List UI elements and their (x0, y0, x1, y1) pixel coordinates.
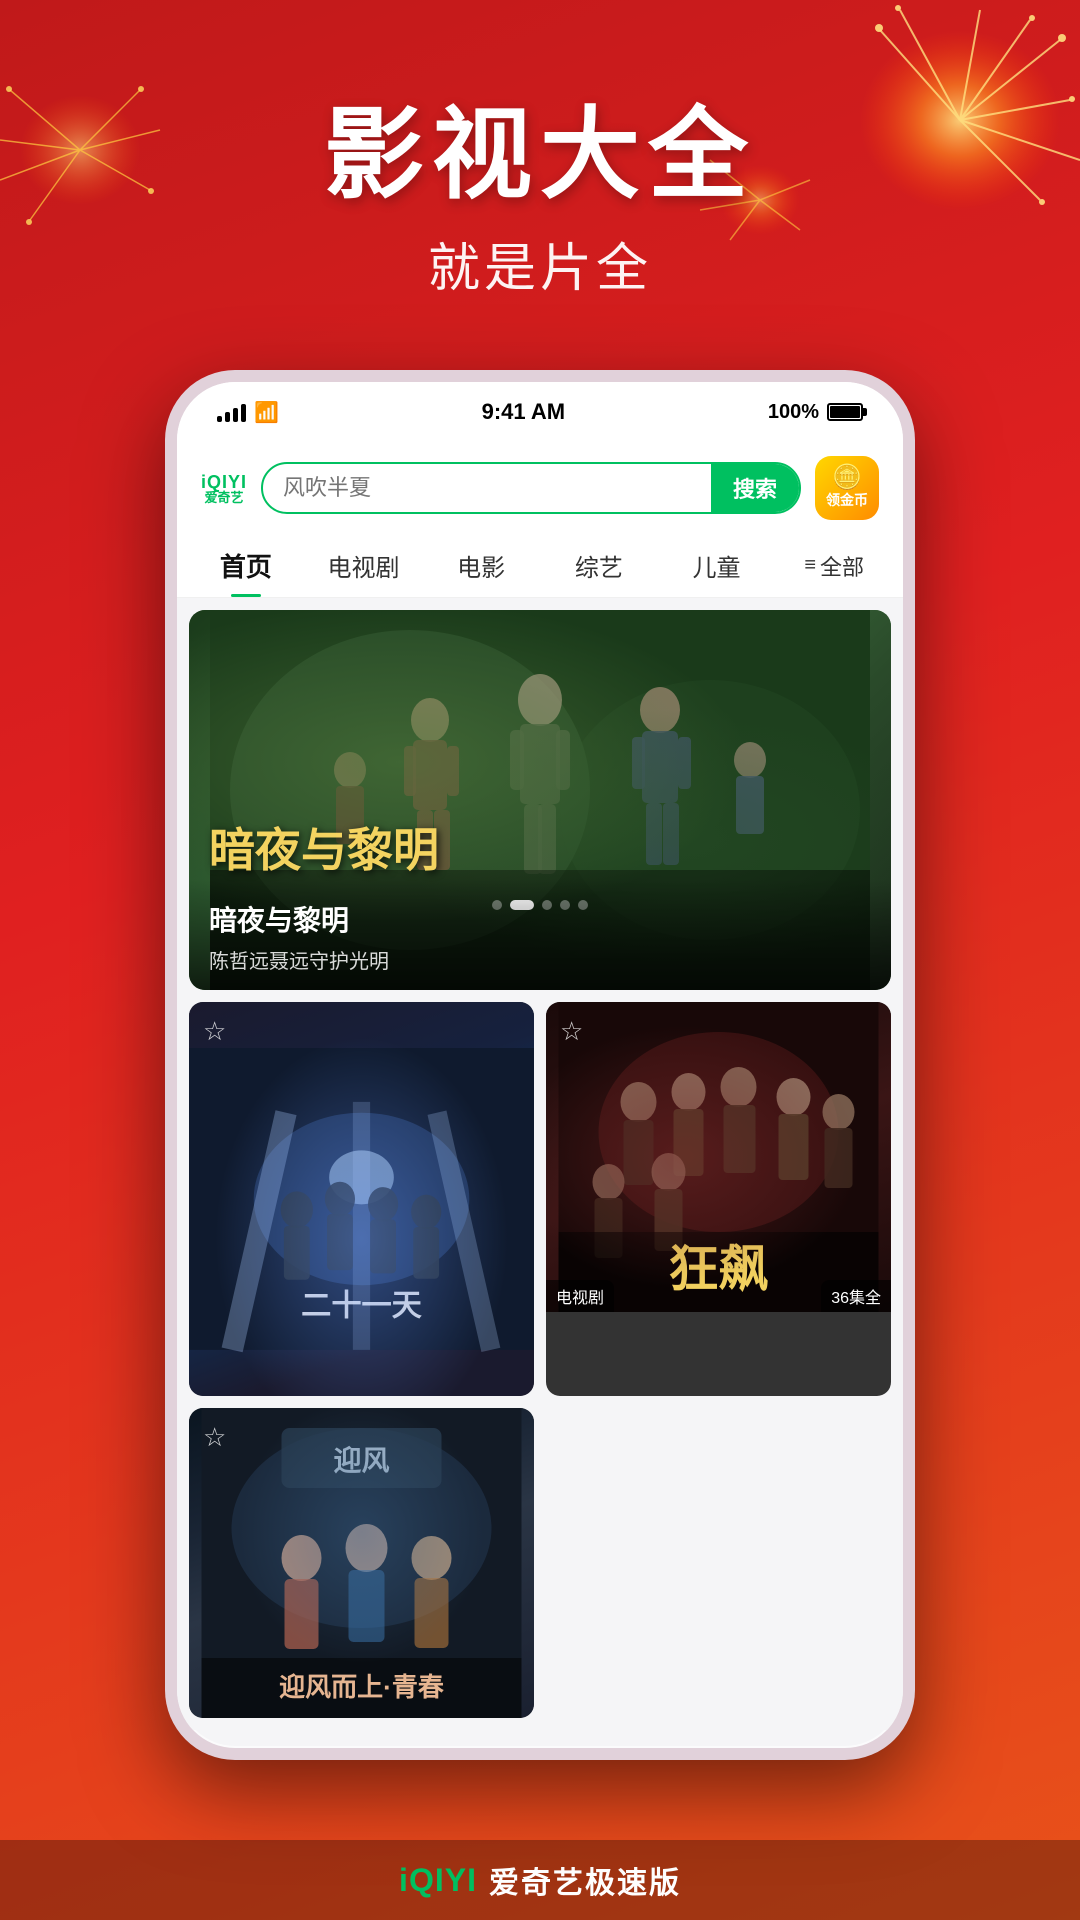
coin-label: 领金币 (826, 490, 868, 510)
svg-text:迎风而上·青春: 迎风而上·青春 (279, 1672, 444, 1702)
featured-image: 暗夜与黎明 暗夜与黎明 陈哲远聂远守护光明 (189, 610, 891, 990)
nav-tabs: 首页 电视剧 电影 综艺 儿童 ≡ 全部 (177, 534, 903, 598)
wifi-icon: 📶 (254, 400, 279, 425)
phone-mockup: 📶 9:41 AM 100% iQIYI 爱奇艺 搜索 🪙 领金币 (165, 370, 915, 1760)
bar2 (225, 412, 230, 422)
poster-21days: 二十一天 ☆ (189, 1002, 534, 1396)
tab-movie[interactable]: 电影 (422, 534, 540, 597)
ep-badge: 36集全 (821, 1280, 891, 1312)
coin-button[interactable]: 🪙 领金币 (815, 456, 879, 520)
brand-logo: iQIYI (399, 1862, 477, 1899)
battery-percent: 100% (768, 401, 819, 424)
brand-text: 爱奇艺极速版 (489, 1858, 681, 1902)
battery-area: 100% (768, 401, 863, 424)
bottom-brand: iQIYI 爱奇艺极速版 (0, 1840, 1080, 1920)
clock: 9:41 AM (482, 399, 566, 425)
tv-tag: 电视剧 (546, 1280, 614, 1312)
battery-fill (830, 406, 860, 418)
featured-card-desc: 陈哲远聂远守护光明 (209, 945, 871, 974)
svg-text:二十一天: 二十一天 (301, 1288, 423, 1322)
featured-card[interactable]: 暗夜与黎明 暗夜与黎明 陈哲远聂远守护光明 (189, 610, 891, 990)
app-header: iQIYI 爱奇艺 搜索 🪙 领金币 (177, 442, 903, 534)
bar4 (241, 404, 246, 422)
signal-area: 📶 (217, 400, 279, 425)
card-21days[interactable]: 二十一天 ☆ 二十一天 13人天坑极限求生 ⋯ (189, 1002, 534, 1396)
bar1 (217, 416, 222, 422)
poster-kuangbiao-svg: 狂飙 (546, 1002, 891, 1312)
signal-bars (217, 402, 246, 422)
tab-variety[interactable]: 综艺 (540, 534, 658, 597)
promo-header: 影视大全 就是片全 (0, 0, 1080, 301)
search-bar[interactable]: 搜索 (261, 462, 801, 514)
card-kuangbiao[interactable]: 狂飙 ☆ 电视剧 36集全 (546, 1002, 891, 1396)
promo-title: 影视大全 (0, 100, 1080, 210)
star-kuangbiao[interactable]: ☆ (560, 1016, 583, 1047)
status-bar: 📶 9:41 AM 100% (177, 382, 903, 442)
star-21days[interactable]: ☆ (203, 1016, 226, 1047)
svg-text:狂飙: 狂飙 (669, 1241, 769, 1297)
featured-title-overlay: 暗夜与黎明 (209, 814, 439, 880)
tab-kids[interactable]: 儿童 (658, 534, 776, 597)
poster-yingfeng: 迎风 迎风而上·青春 ☆ (189, 1408, 534, 1718)
star-yingfeng[interactable]: ☆ (203, 1422, 226, 1453)
tab-tv[interactable]: 电视剧 (305, 534, 423, 597)
battery-icon (827, 403, 863, 421)
poster-yingfeng-svg: 迎风 迎风而上·青春 (189, 1408, 534, 1718)
poster-kuangbiao: 狂飙 ☆ 电视剧 36集全 (546, 1002, 891, 1312)
featured-overlay: 暗夜与黎明 陈哲远聂远守护光明 (189, 879, 891, 990)
content-area: 暗夜与黎明 暗夜与黎明 陈哲远聂远守护光明 (177, 598, 903, 1730)
bar3 (233, 408, 238, 422)
logo-chinese: 爱奇艺 (205, 491, 244, 504)
phone-frame: 📶 9:41 AM 100% iQIYI 爱奇艺 搜索 🪙 领金币 (165, 370, 915, 1760)
svg-text:迎风: 迎风 (333, 1445, 389, 1476)
search-input[interactable] (263, 475, 711, 501)
poster-21days-svg: 二十一天 (189, 1002, 534, 1396)
logo-text: iQIYI (201, 473, 247, 491)
tab-home[interactable]: 首页 (187, 534, 305, 597)
search-button[interactable]: 搜索 (711, 464, 799, 512)
coin-icon: 🪙 (832, 466, 862, 490)
promo-subtitle: 就是片全 (0, 226, 1080, 301)
logo[interactable]: iQIYI 爱奇艺 (201, 473, 247, 504)
card-yingfeng[interactable]: 迎风 迎风而上·青春 ☆ (189, 1408, 534, 1718)
tab-all[interactable]: ≡ 全部 (775, 534, 893, 597)
featured-card-title: 暗夜与黎明 (209, 899, 871, 939)
drama-poster-1: 暗夜与黎明 暗夜与黎明 陈哲远聂远守护光明 (189, 610, 891, 990)
